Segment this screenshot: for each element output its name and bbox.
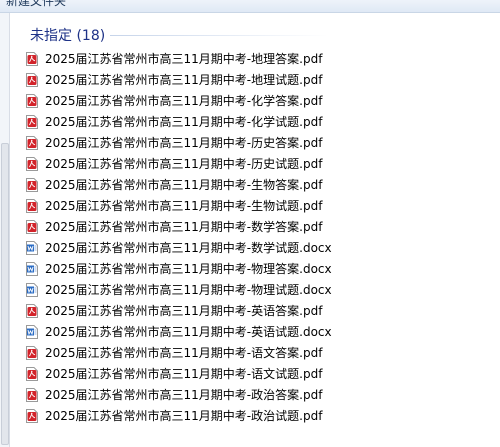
file-item[interactable]: 2025届江苏省常州市高三11月期中考-政治试题.pdf (26, 405, 332, 426)
file-name: 2025届江苏省常州市高三11月期中考-化学答案.pdf (45, 94, 323, 108)
pdf-icon (26, 219, 38, 234)
file-name: 2025届江苏省常州市高三11月期中考-数学试题.docx (45, 241, 332, 255)
file-item[interactable]: 2025届江苏省常州市高三11月期中考-物理答案.docx (26, 258, 332, 279)
file-list: 2025届江苏省常州市高三11月期中考-地理答案.pdf 2025届江苏省常州市高… (26, 48, 332, 426)
file-name: 2025届江苏省常州市高三11月期中考-地理试题.pdf (45, 73, 323, 87)
file-name: 2025届江苏省常州市高三11月期中考-化学试题.pdf (45, 115, 323, 129)
pdf-icon (26, 177, 38, 192)
pdf-icon (26, 135, 38, 150)
group-title: 未指定 (18) (30, 28, 106, 44)
new-folder-button[interactable]: 新建文件夹 (6, 0, 66, 8)
file-name: 2025届江苏省常州市高三11月期中考-历史答案.pdf (45, 136, 323, 150)
file-item[interactable]: 2025届江苏省常州市高三11月期中考-地理答案.pdf (26, 48, 332, 69)
file-item[interactable]: 2025届江苏省常州市高三11月期中考-历史答案.pdf (26, 132, 332, 153)
file-name: 2025届江苏省常州市高三11月期中考-数学答案.pdf (45, 220, 323, 234)
file-item[interactable]: 2025届江苏省常州市高三11月期中考-英语答案.pdf (26, 300, 332, 321)
pdf-icon (26, 408, 38, 423)
group-divider (110, 35, 328, 36)
file-name: 2025届江苏省常州市高三11月期中考-英语答案.pdf (45, 304, 323, 318)
navigation-scrollbar[interactable] (1, 143, 9, 445)
word-icon (26, 324, 38, 339)
file-item[interactable]: 2025届江苏省常州市高三11月期中考-化学答案.pdf (26, 90, 332, 111)
word-icon (26, 261, 38, 276)
file-name: 2025届江苏省常州市高三11月期中考-政治试题.pdf (45, 409, 323, 423)
file-name: 2025届江苏省常州市高三11月期中考-生物试题.pdf (45, 199, 323, 213)
file-item[interactable]: 2025届江苏省常州市高三11月期中考-物理试题.docx (26, 279, 332, 300)
pdf-icon (26, 387, 38, 402)
group-header[interactable]: 未指定 (18) (30, 25, 330, 45)
file-item[interactable]: 2025届江苏省常州市高三11月期中考-地理试题.pdf (26, 69, 332, 90)
pdf-icon (26, 303, 38, 318)
file-item[interactable]: 2025届江苏省常州市高三11月期中考-英语试题.docx (26, 321, 332, 342)
file-item[interactable]: 2025届江苏省常州市高三11月期中考-数学试题.docx (26, 237, 332, 258)
toolbar: 新建文件夹 (0, 0, 500, 13)
pdf-icon (26, 114, 38, 129)
file-item[interactable]: 2025届江苏省常州市高三11月期中考-数学答案.pdf (26, 216, 332, 237)
pdf-icon (26, 366, 38, 381)
file-item[interactable]: 2025届江苏省常州市高三11月期中考-生物试题.pdf (26, 195, 332, 216)
pdf-icon (26, 345, 38, 360)
navigation-pane-edge (0, 13, 10, 447)
file-name: 2025届江苏省常州市高三11月期中考-物理答案.docx (45, 262, 332, 276)
file-name: 2025届江苏省常州市高三11月期中考-生物答案.pdf (45, 178, 323, 192)
file-name: 2025届江苏省常州市高三11月期中考-语文答案.pdf (45, 346, 323, 360)
file-item[interactable]: 2025届江苏省常州市高三11月期中考-政治答案.pdf (26, 384, 332, 405)
word-icon (26, 282, 38, 297)
file-item[interactable]: 2025届江苏省常州市高三11月期中考-语文答案.pdf (26, 342, 332, 363)
file-name: 2025届江苏省常州市高三11月期中考-语文试题.pdf (45, 367, 323, 381)
file-item[interactable]: 2025届江苏省常州市高三11月期中考-生物答案.pdf (26, 174, 332, 195)
pdf-icon (26, 93, 38, 108)
file-name: 2025届江苏省常州市高三11月期中考-历史试题.pdf (45, 157, 323, 171)
pdf-icon (26, 156, 38, 171)
file-name: 2025届江苏省常州市高三11月期中考-地理答案.pdf (45, 52, 323, 66)
file-item[interactable]: 2025届江苏省常州市高三11月期中考-历史试题.pdf (26, 153, 332, 174)
file-name: 2025届江苏省常州市高三11月期中考-物理试题.docx (45, 283, 332, 297)
file-item[interactable]: 2025届江苏省常州市高三11月期中考-语文试题.pdf (26, 363, 332, 384)
file-item[interactable]: 2025届江苏省常州市高三11月期中考-化学试题.pdf (26, 111, 332, 132)
file-name: 2025届江苏省常州市高三11月期中考-英语试题.docx (45, 325, 332, 339)
pdf-icon (26, 198, 38, 213)
word-icon (26, 240, 38, 255)
pdf-icon (26, 51, 38, 66)
file-name: 2025届江苏省常州市高三11月期中考-政治答案.pdf (45, 388, 323, 402)
pdf-icon (26, 72, 38, 87)
